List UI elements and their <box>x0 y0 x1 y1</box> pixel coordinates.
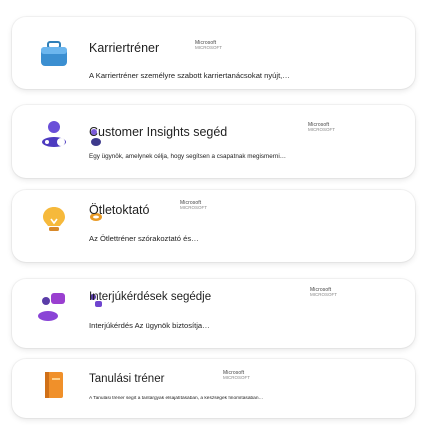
briefcase-icon <box>37 36 71 70</box>
publisher-badge: Microsoft MICROSOFT <box>180 200 207 210</box>
agent-description: A Karriertréner személyre szabott karrie… <box>89 71 290 80</box>
people-icon <box>37 118 71 152</box>
agent-card[interactable]: Interjúkérdések segédje Microsoft MICROS… <box>12 279 415 348</box>
agent-title: Ötletoktató <box>89 203 150 217</box>
publisher-badge: Microsoft MICROSOFT <box>310 287 337 297</box>
agent-description: A Tanulási tréner segít a tantárgyak els… <box>89 396 264 401</box>
agent-title: Customer Insights segéd <box>89 125 228 139</box>
publisher-badge: Microsoft MICROSOFT <box>308 122 335 132</box>
agent-title: Interjúkérdések segédje <box>89 291 212 303</box>
publisher-badge: Microsoft MICROSOFT <box>223 370 250 380</box>
agent-card[interactable]: Customer Insights segéd Microsoft MICROS… <box>12 105 415 178</box>
agent-card[interactable]: Ötletoktató Microsoft MICROSOFT Az Ötlet… <box>12 190 415 262</box>
lightbulb-icon <box>37 203 71 237</box>
agent-title: Tanulási tréner <box>89 373 165 385</box>
agent-description: Interjúkérdés Az ügynök biztosítja… <box>89 321 210 330</box>
chat-bubbles-icon <box>37 288 71 322</box>
agent-card[interactable]: Tanulási tréner Microsoft MICROSOFT A Ta… <box>12 359 415 418</box>
publisher-badge: Microsoft MICROSOFT <box>195 40 222 50</box>
book-icon <box>37 368 71 402</box>
agent-description: Az Ötlettréner szórakoztató és… <box>89 234 199 243</box>
agent-title: Karriertréner <box>89 41 160 55</box>
agent-card[interactable]: Karriertréner Microsoft MICROSOFT A Karr… <box>12 17 415 89</box>
agent-description: Egy ügynök, amelynek célja, hogy segítse… <box>89 153 287 160</box>
